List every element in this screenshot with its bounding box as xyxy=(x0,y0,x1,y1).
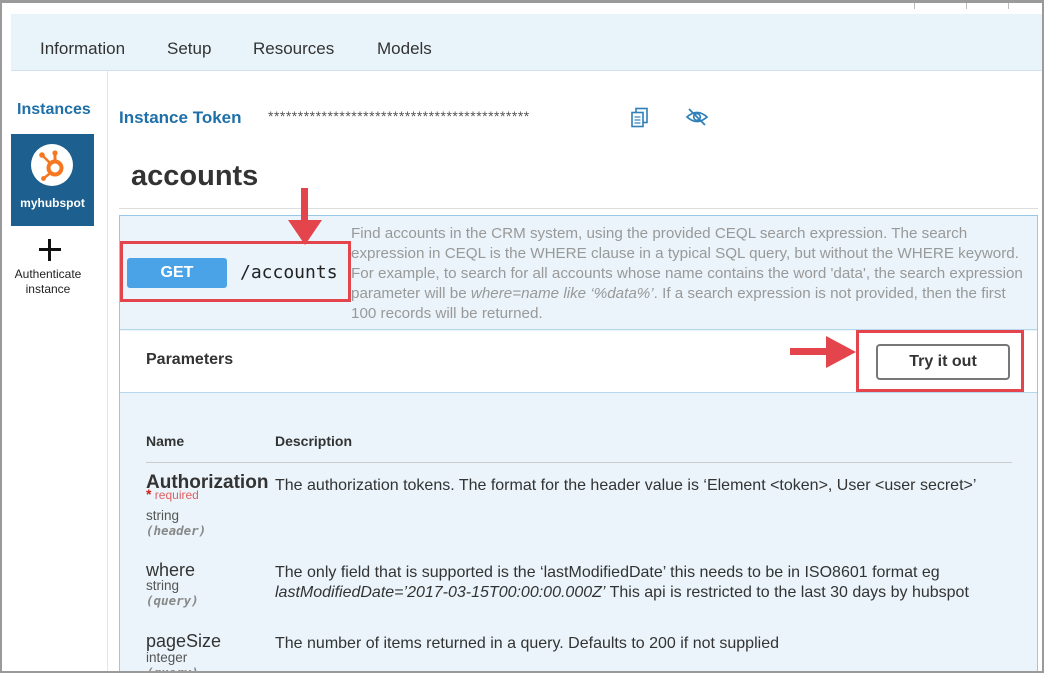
parameters-title: Parameters xyxy=(146,351,234,368)
resource-title: accounts xyxy=(131,160,259,192)
authenticate-instance-link[interactable]: Authenticate instance xyxy=(11,267,85,297)
param-location: (query) xyxy=(146,665,199,673)
param-description: The number of items returned in a query.… xyxy=(275,635,779,652)
column-header-description: Description xyxy=(275,433,353,449)
annotation-arrow-right xyxy=(790,336,856,368)
required-marker: * required xyxy=(146,486,199,502)
method-badge[interactable]: GET xyxy=(127,258,227,288)
operation-panel: GET /accounts Find accounts in the CRM s… xyxy=(119,215,1038,673)
hubspot-logo-icon xyxy=(31,144,73,186)
eye-slash-icon[interactable] xyxy=(685,107,709,127)
instance-token-label: Instance Token xyxy=(119,108,242,127)
sidebar-divider xyxy=(107,71,108,671)
window-control-divider xyxy=(966,3,967,9)
try-it-out-button[interactable]: Try it out xyxy=(876,344,1010,380)
parameters-header: Parameters Try it out xyxy=(120,331,1037,393)
instances-heading: Instances xyxy=(17,101,91,118)
tab-resources[interactable]: Resources xyxy=(253,39,334,59)
tab-setup[interactable]: Setup xyxy=(167,39,211,59)
title-divider xyxy=(119,208,1038,209)
operation-description-example: where=name like ‘%data%’ xyxy=(470,285,654,302)
copy-icon[interactable] xyxy=(630,107,650,129)
param-description: The only field that is supported is the … xyxy=(275,564,969,601)
param-description-example: lastModifiedDate=’2017-03-15T00:00:00.00… xyxy=(275,584,606,601)
param-location: (query) xyxy=(146,593,199,608)
instance-tile-myhubspot[interactable]: myhubspot xyxy=(11,134,94,226)
param-description: The authorization tokens. The format for… xyxy=(275,477,977,494)
plus-icon[interactable] xyxy=(35,235,65,265)
operation-path: /accounts xyxy=(240,262,338,283)
operation-description: Find accounts in the CRM system, using t… xyxy=(351,225,1023,322)
param-name-pagesize: pageSize xyxy=(146,631,222,651)
tab-information[interactable]: Information xyxy=(40,39,125,59)
param-location: (header) xyxy=(146,523,207,538)
tab-models[interactable]: Models xyxy=(377,39,432,59)
window-control-divider xyxy=(914,3,915,9)
instances-sidebar: Instances myhubspot Authenticate instanc… xyxy=(11,71,94,671)
top-nav: Information Setup Resources Models xyxy=(11,14,1042,71)
operation-header[interactable]: GET /accounts Find accounts in the CRM s… xyxy=(120,216,1037,330)
header-divider xyxy=(146,462,1012,463)
app-window: Information Setup Resources Models Insta… xyxy=(0,0,1044,673)
instance-name: myhubspot xyxy=(20,196,85,210)
param-type: string xyxy=(146,508,180,523)
param-type: string xyxy=(146,578,180,593)
param-type: integer xyxy=(146,650,188,665)
window-control-divider xyxy=(1008,3,1009,9)
instance-token-value: ****************************************… xyxy=(268,108,530,124)
annotation-arrow-down xyxy=(288,188,322,246)
column-header-name: Name xyxy=(146,433,185,449)
